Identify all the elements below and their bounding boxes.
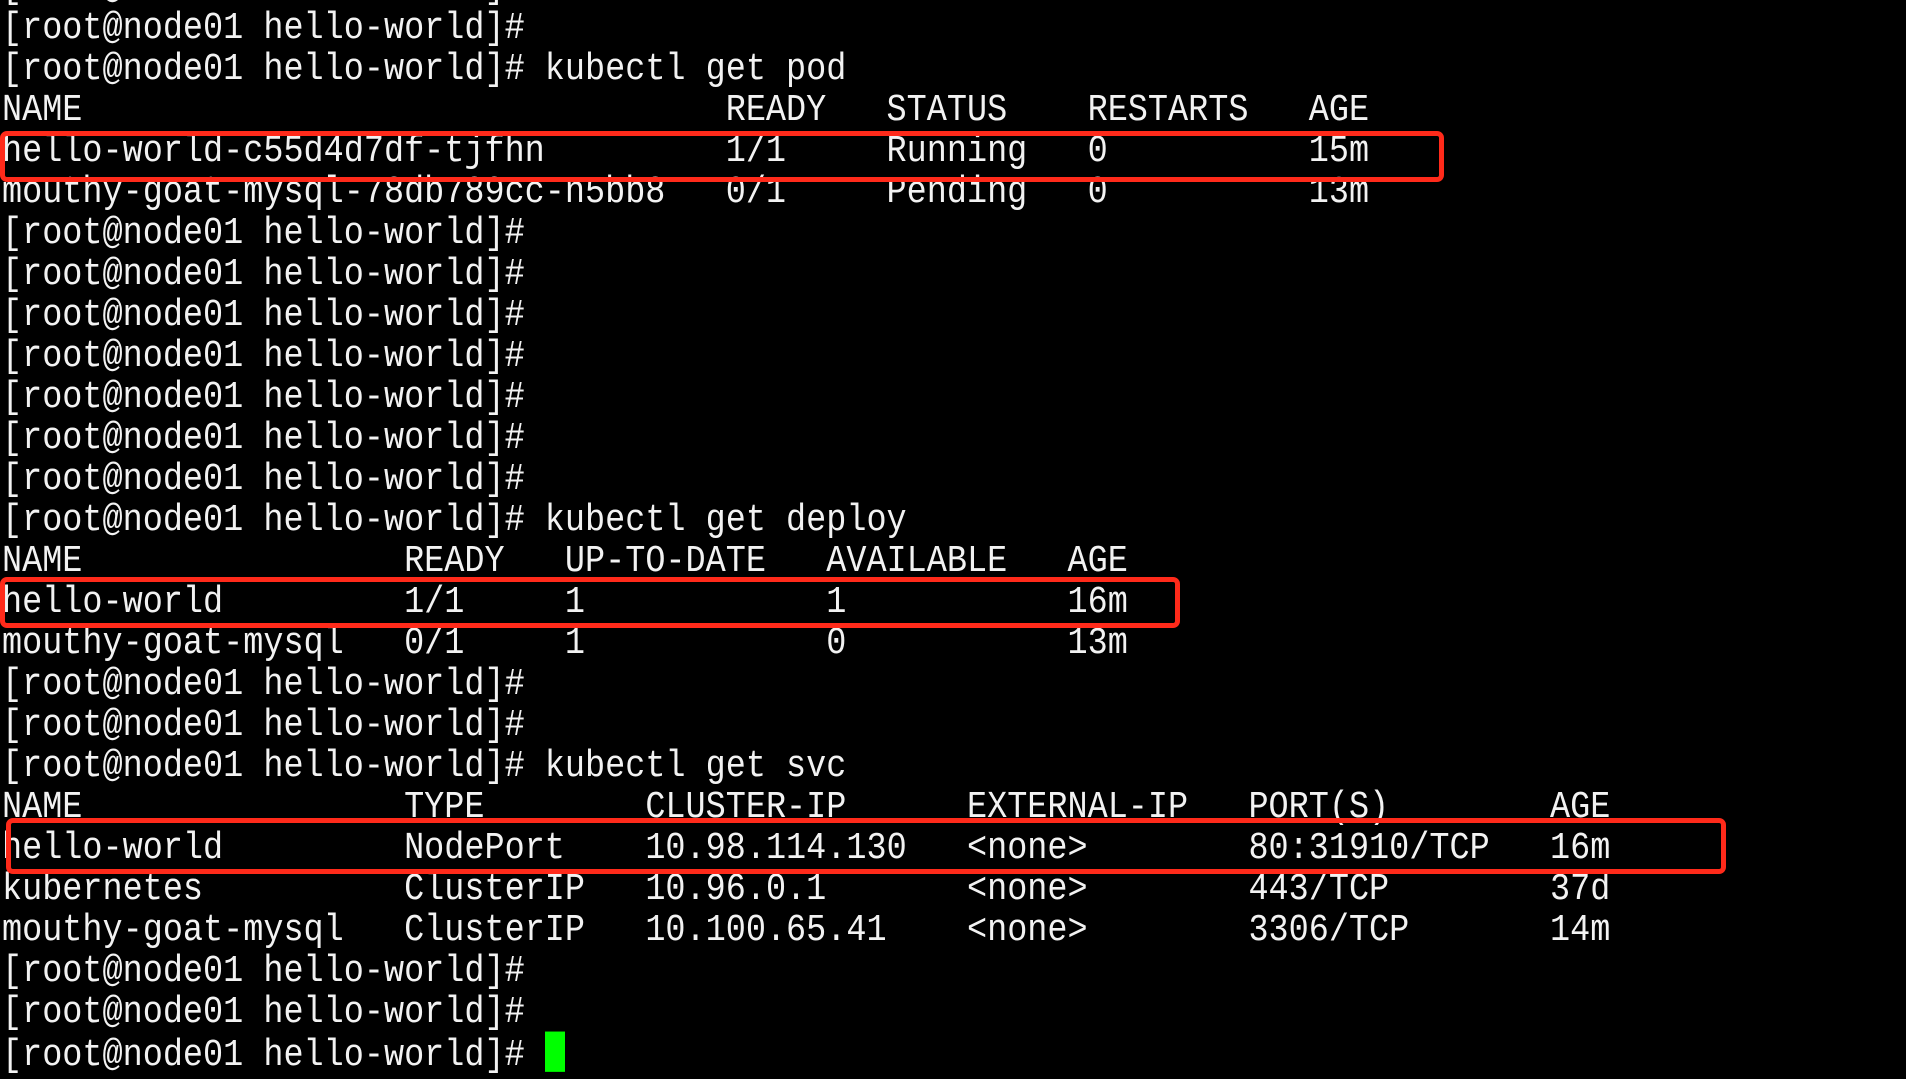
- shell-prompt: [root@node01 hello-world]#: [2, 376, 525, 419]
- prompt-line: [root@node01 hello-world]# kubectl get s…: [2, 744, 1610, 790]
- shell-command: kubectl get deploy: [544, 499, 907, 542]
- shell-prompt: [root@node01 hello-world]#: [2, 48, 525, 91]
- shell-prompt: [root@node01 hello-world]#: [2, 7, 525, 50]
- prompt-line: [root@node01 hello-world]#: [2, 990, 1610, 1036]
- shell-prompt: [root@node01 hello-world]#: [2, 950, 525, 993]
- shell-prompt: [root@node01 hello-world]#: [2, 335, 525, 378]
- table-cell: ClusterIP: [404, 868, 646, 911]
- highlight-box-pod-row: [0, 131, 1444, 182]
- table-cell: 10.100.65.41: [645, 909, 967, 952]
- prompt-line: [root@node01 hello-world]#: [2, 293, 1610, 339]
- prompt-line: [root@node01 hello-world]#: [2, 334, 1610, 380]
- prompt-line: [root@node01 hello-world]#: [2, 6, 1610, 52]
- shell-prompt: [root@node01 hello-world]#: [2, 212, 525, 255]
- shell-prompt: [root@node01 hello-world]#: [2, 417, 525, 460]
- shell-prompt: [root@node01 hello-world]#: [2, 1034, 525, 1077]
- table-cell: 3306/TCP: [1248, 909, 1550, 952]
- table-cell: 37d: [1550, 868, 1611, 911]
- table-cell: 14m: [1550, 909, 1611, 952]
- table-cell: 10.96.0.1: [645, 868, 967, 911]
- shell-prompt: [root@node01 hello-world]#: [2, 704, 525, 747]
- shell-prompt: [root@node01 hello-world]#: [2, 745, 525, 788]
- shell-command: kubectl get svc: [544, 745, 847, 788]
- shell-prompt: [root@node01 hello-world]#: [2, 991, 525, 1034]
- prompt-line: [root@node01 hello-world]#: [2, 211, 1610, 257]
- table-row: mouthy-goat-mysql ClusterIP 10.100.65.41…: [2, 908, 1610, 954]
- table-cell: 443/TCP: [1248, 868, 1550, 911]
- table-cell: 0: [826, 622, 1068, 665]
- prompt-line: [root@node01 hello-world]#: [2, 1031, 1610, 1077]
- table-cell: <none>: [966, 909, 1249, 952]
- prompt-line: [root@node01 hello-world]# kubectl get p…: [2, 47, 1610, 93]
- column-header: READY: [725, 89, 887, 132]
- prompt-line: [root@node01 hello-world]#: [2, 457, 1610, 503]
- shell-prompt: [root@node01 hello-world]#: [2, 294, 525, 337]
- table-header: NAME READY STATUS RESTARTS AGE: [2, 88, 1610, 134]
- shell-command: kubectl get pod: [544, 48, 847, 91]
- shell-prompt: [root@node01 hello-world]#: [2, 458, 525, 501]
- column-header: NAME: [2, 89, 726, 132]
- table-cell: 0/1: [404, 622, 565, 665]
- prompt-line: [root@node01 hello-world]#: [2, 252, 1610, 298]
- prompt-line: [root@node01 hello-world]#: [2, 662, 1610, 708]
- prompt-line: [root@node01 hello-world]#: [2, 416, 1610, 462]
- prompt-line: [root@node01 hello-world]#: [2, 949, 1610, 995]
- table-cell: mouthy-goat-mysql: [2, 909, 405, 952]
- table-cell: 13m: [1067, 622, 1128, 665]
- table-cell: <none>: [966, 868, 1249, 911]
- table-cell: kubernetes: [2, 868, 405, 911]
- prompt-line: [root@node01 hello-world]# kubectl get d…: [2, 498, 1610, 544]
- column-header: RESTARTS: [1087, 89, 1309, 132]
- column-header: AGE: [1308, 89, 1370, 132]
- shell-prompt: [root@node01 hello-world]#: [2, 663, 525, 706]
- table-cell: mouthy-goat-mysql: [2, 622, 405, 665]
- table-cell: ClusterIP: [404, 909, 646, 952]
- shell-prompt: [root@node01 hello-world]#: [2, 253, 525, 296]
- table-cell: 1: [564, 622, 827, 665]
- column-header: STATUS: [886, 89, 1088, 132]
- shell-prompt: [root@node01 hello-world]#: [2, 499, 525, 542]
- prompt-line: [root@node01 hello-world]#: [2, 375, 1610, 421]
- highlight-box-svc-row: [6, 818, 1726, 874]
- terminal-cursor: [544, 1031, 565, 1072]
- prompt-line: [root@node01 hello-world]#: [2, 703, 1610, 749]
- highlight-box-deploy-row: [0, 577, 1180, 628]
